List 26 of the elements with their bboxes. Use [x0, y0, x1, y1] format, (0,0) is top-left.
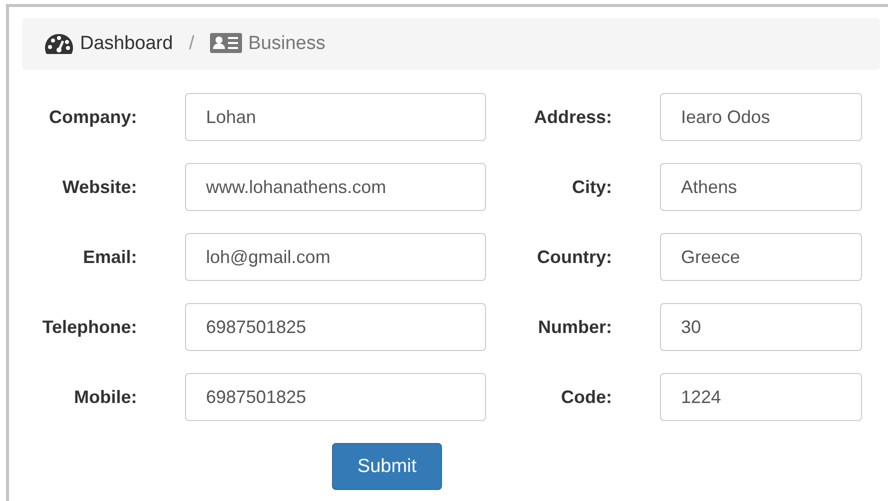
breadcrumb-link[interactable]: Business — [210, 33, 326, 55]
breadcrumb-separator: / — [188, 33, 194, 55]
submit-button[interactable]: Submit — [332, 443, 442, 490]
field-label: Address: — [532, 106, 612, 128]
input-field[interactable]: Greece — [660, 233, 862, 281]
field-label: Website: — [61, 176, 137, 198]
input-field[interactable]: Athens — [660, 163, 862, 211]
input-field[interactable]: 6987501825 — [185, 373, 486, 421]
field-label: Country: — [536, 246, 612, 268]
field-label: Code: — [560, 386, 612, 408]
input-field[interactable]: loh@gmail.com — [185, 233, 486, 281]
field-label: Email: — [82, 246, 137, 268]
input-field[interactable]: Iearo Odos — [660, 93, 862, 141]
field-label: Mobile: — [73, 386, 137, 408]
speedometer-icon — [44, 33, 74, 55]
breadcrumb-link[interactable]: Dashboard — [44, 33, 173, 55]
field-label: Number: — [536, 316, 612, 338]
input-field[interactable]: www.lohanathens.com — [185, 163, 486, 211]
id-card-icon — [210, 33, 242, 55]
input-field[interactable]: 30 — [660, 303, 862, 351]
field-label: Telephone: — [41, 316, 137, 338]
input-field[interactable]: Lohan — [185, 93, 486, 141]
field-label: City: — [571, 176, 612, 198]
input-field[interactable]: 6987501825 — [185, 303, 486, 351]
input-field[interactable]: 1224 — [660, 373, 862, 421]
field-label: Company: — [48, 106, 137, 128]
